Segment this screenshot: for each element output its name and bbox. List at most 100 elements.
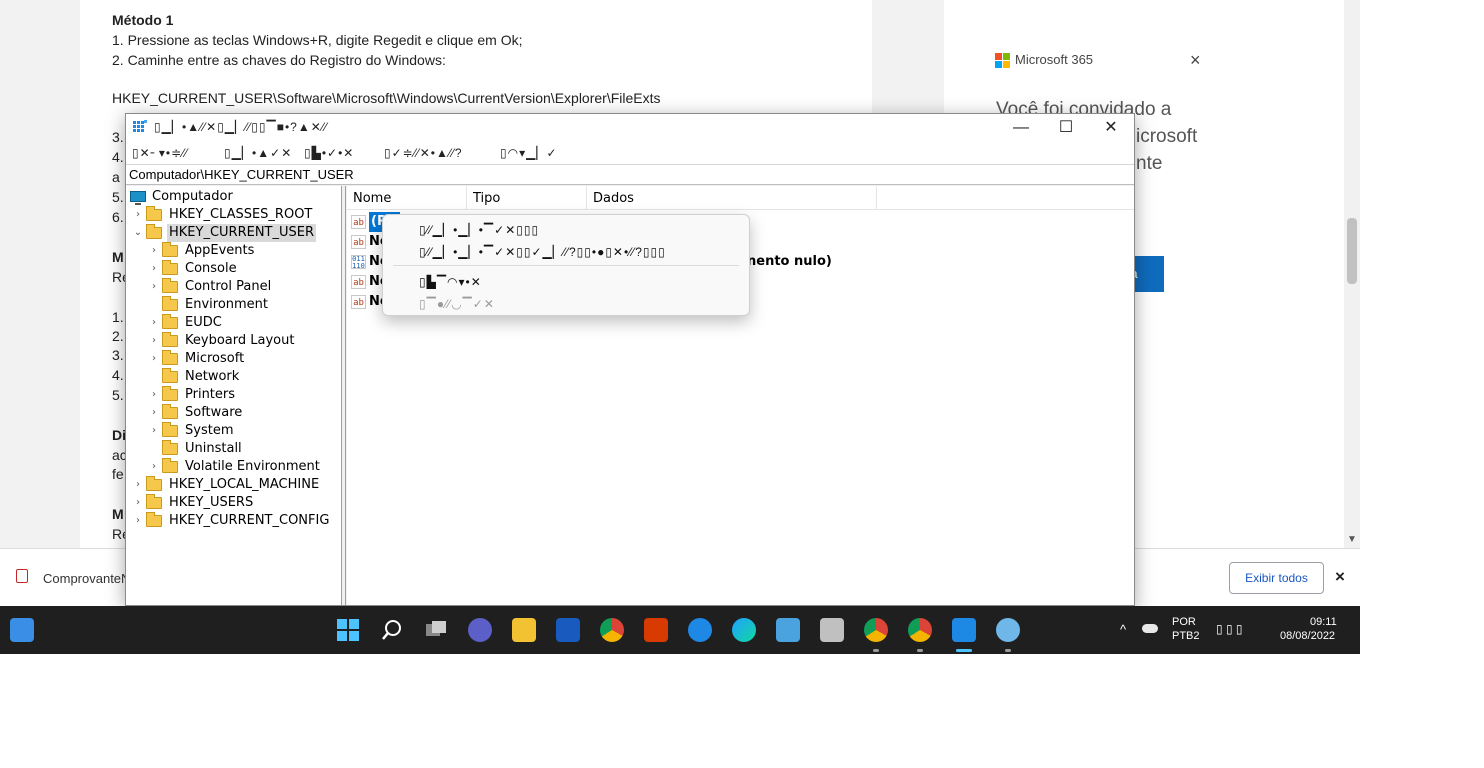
running-indicator (1005, 649, 1011, 652)
title-bar[interactable]: ▯▁▏•▲⁄⁄✕▯▁▏⁄⁄▯▯▔■•?▲✕⁄⁄ — ☐ ✕ (126, 114, 1134, 142)
chrome-icon[interactable] (600, 618, 624, 642)
tree-label: Printers (185, 387, 236, 402)
widgets-icon[interactable] (10, 618, 34, 642)
chrome-profile-icon[interactable] (864, 618, 888, 642)
keyboard-layout-indicator[interactable]: PTB2 (1172, 630, 1200, 642)
tree-label: Volatile Environment (185, 459, 320, 474)
app-icon[interactable] (996, 618, 1020, 642)
article-text: Método 1 1. Pressione as teclas Windows+… (112, 10, 852, 108)
onedrive-icon[interactable] (1142, 624, 1158, 633)
context-menu-item[interactable]: ▯⁄⁄▁▏•▁▏•▔✓✕▯▯▯ (419, 223, 539, 237)
chevron-right-icon[interactable]: › (148, 386, 160, 404)
task-view-icon[interactable] (424, 618, 448, 642)
string-value-icon: ab (351, 275, 366, 289)
media-icon[interactable] (820, 618, 844, 642)
folder-icon (162, 386, 178, 401)
column-header-type[interactable]: Tipo (467, 186, 587, 210)
chat-icon[interactable] (468, 618, 492, 642)
start-icon[interactable] (336, 618, 360, 642)
chevron-up-icon[interactable]: ^ (1120, 622, 1126, 637)
close-icon[interactable]: × (1190, 50, 1201, 71)
clock-time[interactable]: 09:11 (1310, 616, 1337, 628)
menu-favorites[interactable]: ▯✓≑⁄⁄✕•▲⁄⁄? (384, 146, 463, 160)
chevron-down-icon[interactable]: ⌄ (132, 224, 144, 242)
chevron-right-icon[interactable]: › (148, 332, 160, 350)
menu-separator (393, 265, 739, 266)
list-header: Nome Tipo Dados (347, 186, 1134, 210)
menu-edit[interactable]: ▯▁▏•▲✓✕ (224, 146, 292, 160)
tree-label: AppEvents (185, 243, 255, 258)
chevron-right-icon[interactable]: › (148, 404, 160, 422)
folder-icon (162, 278, 178, 293)
chevron-right-icon[interactable]: › (148, 458, 160, 476)
registry-tree: Computador › HKEY_CLASSES_ROOT ⌄ HKEY_CU… (126, 186, 342, 605)
download-file-name[interactable]: ComprovanteN (43, 571, 130, 586)
window-title: ▯▁▏•▲⁄⁄✕▯▁▏⁄⁄▯▯▔■•?▲✕⁄⁄ (154, 120, 328, 134)
tree-label: HKEY_CURRENT_USER (167, 224, 317, 242)
article-registry-path: HKEY_CURRENT_USER\Software\Microsoft\Win… (112, 90, 661, 106)
chevron-right-icon[interactable]: › (148, 242, 160, 260)
notepad-icon[interactable] (776, 618, 800, 642)
menu-view[interactable]: ▯▙•✓•✕ (304, 146, 354, 160)
tree-label: HKEY_USERS (169, 495, 254, 510)
tree-label: EUDC (185, 315, 222, 330)
folder-icon (162, 350, 178, 365)
minimize-button[interactable]: — (999, 116, 1043, 140)
close-window-button[interactable]: ✕ (1089, 116, 1133, 140)
chevron-right-icon[interactable]: › (132, 206, 144, 224)
tree-label: Environment (185, 297, 269, 312)
file-explorer-icon[interactable] (512, 618, 536, 642)
tree-label: Console (185, 261, 237, 276)
context-menu-item[interactable]: ▯▙▔◠▾•✕ (419, 275, 482, 289)
computer-icon (130, 191, 146, 205)
chevron-right-icon[interactable]: › (132, 512, 144, 530)
folder-icon (146, 206, 162, 221)
article-fragment: 3. (112, 129, 124, 145)
tree-label: HKEY_CLASSES_ROOT (169, 207, 313, 222)
folder-icon (162, 422, 178, 437)
chevron-right-icon[interactable]: › (148, 422, 160, 440)
string-value-icon: ab (351, 235, 366, 249)
article-fragment: fe (112, 466, 124, 482)
pane-splitter[interactable] (342, 186, 346, 605)
menu-help[interactable]: ▯◠▾▁▏✓ (500, 146, 558, 160)
page-scrollbar-thumb[interactable] (1347, 218, 1357, 284)
article-fragment: 6. (112, 209, 124, 225)
article-fragment: 4. (112, 367, 124, 383)
chevron-right-icon[interactable]: › (132, 476, 144, 494)
registry-app-icon (133, 120, 147, 135)
taskbar: ^ POR PTB2 ▯ ▯ ▯ 09:11 08/08/2022 (0, 606, 1360, 654)
address-bar[interactable]: Computador\HKEY_CURRENT_USER (126, 164, 1134, 185)
tray-icons[interactable]: ▯ ▯ ▯ (1216, 622, 1242, 636)
microsoft-365-banner: Microsoft 365 (995, 52, 1215, 72)
tools-icon[interactable] (688, 618, 712, 642)
show-all-downloads-button[interactable]: Exibir todos (1229, 562, 1324, 594)
close-download-bar-icon[interactable]: × (1335, 567, 1345, 587)
tree-label: Control Panel (185, 279, 272, 294)
regedit-taskbar-icon[interactable] (952, 618, 976, 642)
chevron-right-icon[interactable]: › (132, 494, 144, 512)
scroll-down-icon[interactable]: ▼ (1347, 534, 1357, 545)
context-menu: ▯⁄⁄▁▏•▁▏•▔✓✕▯▯▯ ▯⁄⁄▁▏•▁▏•▔✓✕▯▯✓▁▏⁄⁄?▯▯•●… (382, 214, 750, 316)
column-header-name[interactable]: Nome (347, 186, 467, 210)
page-gutter-left (0, 0, 80, 548)
tree-label: HKEY_CURRENT_CONFIG (169, 513, 330, 528)
search-icon[interactable] (380, 618, 404, 642)
language-indicator[interactable]: POR (1172, 616, 1196, 628)
tree-label: Computador (152, 189, 233, 204)
folder-icon (146, 494, 162, 509)
chevron-right-icon[interactable]: › (148, 278, 160, 296)
column-header-data[interactable]: Dados (587, 186, 877, 210)
chevron-right-icon[interactable]: › (148, 314, 160, 332)
edge-icon[interactable] (732, 618, 756, 642)
chevron-right-icon[interactable]: › (148, 350, 160, 368)
word-icon[interactable] (556, 618, 580, 642)
chrome-profile-icon[interactable] (908, 618, 932, 642)
office-icon[interactable] (644, 618, 668, 642)
chevron-right-icon[interactable]: › (148, 260, 160, 278)
menu-file[interactable]: ▯✕╴▾•≑⁄⁄ (132, 146, 188, 160)
registry-editor-window: ▯▁▏•▲⁄⁄✕▯▁▏⁄⁄▯▯▔■•?▲✕⁄⁄ — ☐ ✕ ▯✕╴▾•≑⁄⁄ ▯… (125, 113, 1135, 606)
context-menu-item[interactable]: ▯⁄⁄▁▏•▁▏•▔✓✕▯▯✓▁▏⁄⁄?▯▯•●▯✕•⁄⁄?▯▯▯ (419, 245, 666, 259)
maximize-button[interactable]: ☐ (1044, 116, 1088, 140)
clock-date[interactable]: 08/08/2022 (1280, 630, 1335, 642)
